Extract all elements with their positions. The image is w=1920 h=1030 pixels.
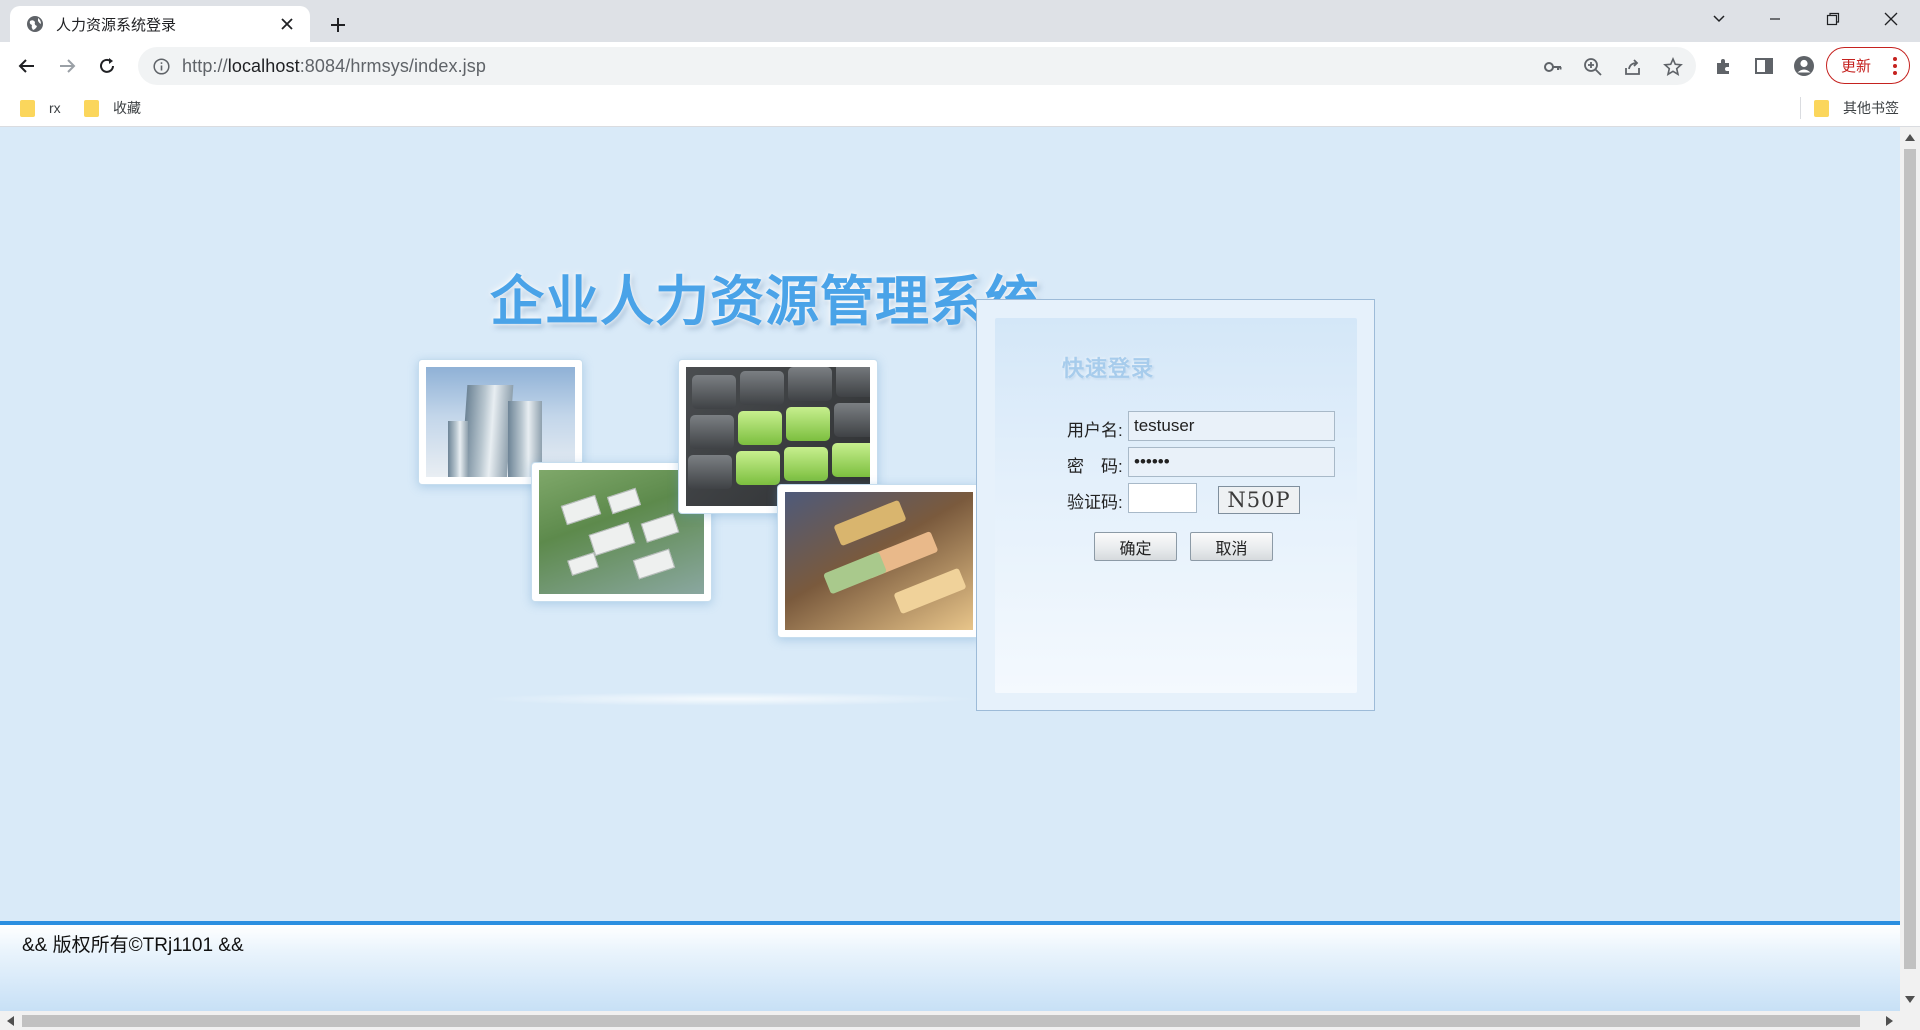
page-viewport: 企业人力资源管理系统 快速登录 用户名: testuser 密 码: •••••…	[0, 127, 1900, 1011]
url-text: http://localhost:8084/hrmsys/index.jsp	[182, 56, 486, 77]
back-button[interactable]	[11, 50, 43, 82]
folder-icon	[20, 99, 35, 117]
page-footer	[0, 925, 1900, 1011]
url-scheme: http://	[182, 55, 228, 76]
other-bookmarks-folder[interactable]: 其他书签	[1814, 97, 1899, 119]
globe-icon	[26, 15, 44, 33]
restore-icon	[1826, 12, 1840, 26]
info-icon[interactable]	[152, 57, 170, 75]
arrow-left-icon	[18, 59, 34, 73]
restore-button[interactable]	[1810, 0, 1856, 38]
window-close-button[interactable]	[1868, 0, 1914, 38]
bookmark-folder-rx[interactable]: rx	[20, 97, 61, 119]
confirm-button[interactable]: 确定	[1094, 532, 1177, 561]
captcha-label: 验证码:	[1067, 493, 1123, 512]
captcha-image[interactable]: N50P	[1218, 486, 1300, 514]
forward-button[interactable]	[51, 50, 83, 82]
side-panel-icon[interactable]	[1753, 55, 1775, 77]
bookmark-label: rx	[49, 100, 61, 116]
url-path: :8084/hrmsys/index.jsp	[299, 55, 486, 76]
profile-avatar-icon[interactable]	[1793, 55, 1815, 77]
footer-copyright: && 版权所有©TRj1101 &&	[22, 935, 244, 956]
close-icon	[1884, 12, 1898, 26]
password-input[interactable]	[1128, 447, 1335, 477]
tab-search-button[interactable]	[1696, 0, 1742, 38]
more-menu-icon	[1893, 57, 1897, 75]
scroll-up-icon[interactable]	[1905, 134, 1915, 141]
reload-button[interactable]	[91, 50, 123, 82]
update-button[interactable]: 更新	[1826, 47, 1910, 84]
folder-icon	[84, 99, 99, 117]
scroll-left-icon[interactable]	[7, 1016, 14, 1026]
cancel-button[interactable]: 取消	[1190, 532, 1273, 561]
close-icon[interactable]	[276, 13, 298, 35]
key-icon[interactable]	[1542, 56, 1564, 78]
system-title: 企业人力资源管理系统	[490, 269, 1040, 333]
new-tab-button[interactable]	[322, 9, 354, 41]
plus-icon	[331, 18, 345, 32]
username-label: 用户名:	[1067, 421, 1123, 440]
browser-tab-strip: 人力资源系统登录	[0, 0, 1920, 42]
horizontal-scroll-thumb[interactable]	[22, 1015, 1860, 1027]
browser-toolbar: http://localhost:8084/hrmsys/index.jsp 更…	[0, 42, 1920, 89]
password-label: 密 码:	[1067, 457, 1123, 476]
extensions-icon[interactable]	[1713, 55, 1735, 77]
tab-title: 人力资源系统登录	[56, 16, 177, 34]
vertical-scrollbar[interactable]	[1900, 127, 1920, 1011]
browser-tab[interactable]: 人力资源系统登录	[10, 6, 310, 42]
address-bar[interactable]: http://localhost:8084/hrmsys/index.jsp	[138, 47, 1696, 85]
chevron-down-icon	[1713, 15, 1725, 23]
bookmarks-divider	[1800, 97, 1801, 119]
reload-icon	[100, 58, 114, 73]
bookmark-label: 收藏	[113, 100, 141, 116]
scroll-down-icon[interactable]	[1905, 996, 1915, 1003]
vertical-scroll-thumb[interactable]	[1904, 149, 1916, 969]
horizontal-scrollbar[interactable]	[0, 1011, 1920, 1030]
minimize-icon	[1770, 18, 1780, 20]
login-heading: 快速登录	[1062, 356, 1155, 382]
other-bookmarks-label: 其他书签	[1843, 100, 1899, 116]
star-icon[interactable]	[1662, 56, 1684, 78]
arrow-right-icon	[60, 59, 76, 73]
bookmarks-bar: rx 收藏 其他书签	[0, 89, 1920, 127]
decorative-glow	[480, 692, 980, 706]
update-label: 更新	[1841, 58, 1872, 75]
zoom-icon[interactable]	[1582, 56, 1604, 78]
share-icon[interactable]	[1622, 56, 1644, 78]
photo-file-folders	[777, 484, 981, 638]
minimize-button[interactable]	[1752, 0, 1798, 38]
username-input[interactable]	[1128, 411, 1335, 441]
captcha-input[interactable]	[1128, 483, 1197, 513]
folder-icon	[1814, 99, 1829, 117]
scroll-right-icon[interactable]	[1886, 1016, 1893, 1026]
bookmark-folder-favorites[interactable]: 收藏	[84, 97, 141, 119]
url-host: localhost	[227, 55, 300, 76]
